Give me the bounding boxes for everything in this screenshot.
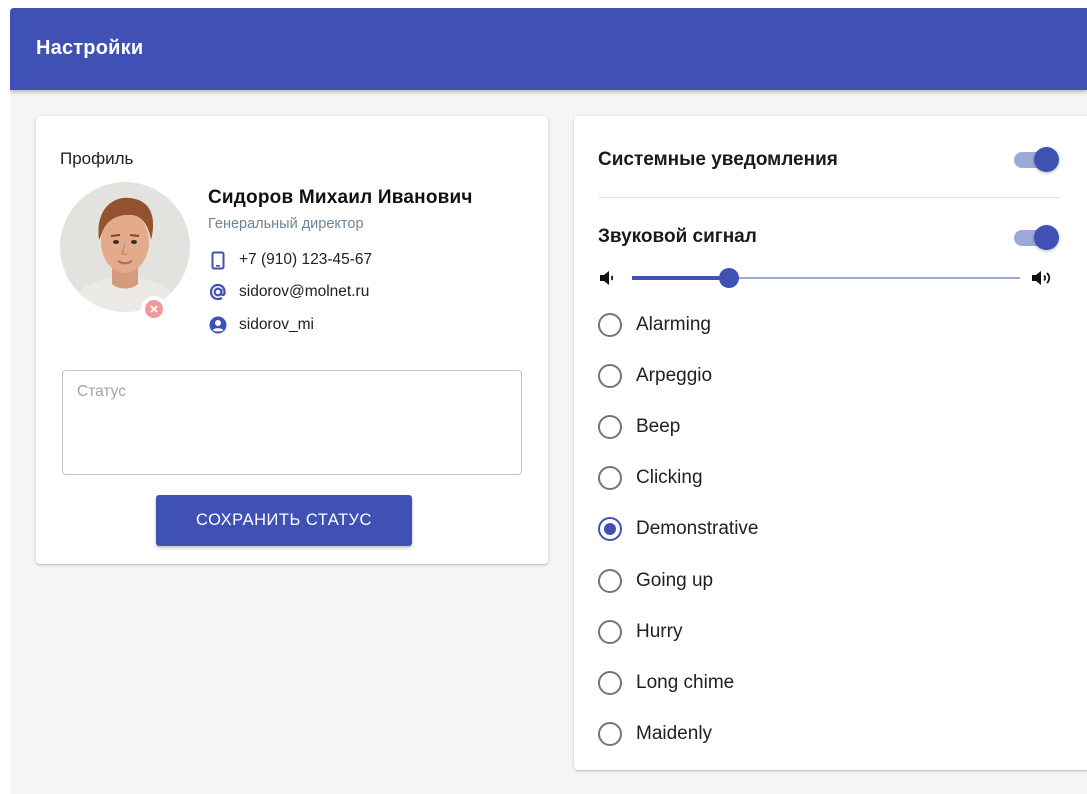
slider-thumb[interactable] [719, 268, 739, 288]
sound-option[interactable]: Arpeggio [598, 350, 1058, 401]
user-login: sidorov_mi [239, 316, 314, 333]
remove-photo-button[interactable] [141, 296, 167, 322]
status-input[interactable] [63, 371, 521, 474]
save-status-button[interactable]: СОХРАНИТЬ СТАТУС [156, 495, 412, 546]
sound-option-label: Clicking [636, 467, 703, 489]
radio-button[interactable] [598, 414, 622, 439]
sound-option[interactable]: Beep [598, 401, 1058, 452]
sound-option-label: Maidenly [636, 723, 713, 745]
phone-row: +7 (910) 123-45-67 [208, 250, 372, 270]
sound-option-label: Going up [636, 569, 714, 591]
slider-fill [632, 276, 729, 280]
sound-options-list: Alarming Arpeggio Beep Clicking Demonstrativ… [598, 299, 1058, 760]
avatar[interactable] [60, 182, 190, 312]
smartphone-icon [208, 250, 228, 270]
volume-low-icon [598, 269, 616, 287]
sound-option[interactable]: Maidenly [598, 709, 1058, 760]
volume-slider[interactable] [632, 265, 1020, 291]
profile-card: Профиль Сидоров Михаил Иванович Генераль… [36, 116, 548, 564]
radio-button[interactable] [598, 312, 622, 337]
toggle-thumb [1034, 225, 1059, 250]
user-full-name: Сидоров Михаил Иванович [208, 187, 473, 208]
sound-option-label: Demonstrative [636, 518, 759, 540]
sound-option-label: Alarming [636, 313, 711, 335]
app-frame: Настройки Профиль Сидоров Михаил Иванови… [10, 8, 1087, 794]
login-row: sidorov_mi [208, 315, 314, 335]
email-address: sidorov@molnet.ru [239, 283, 370, 300]
sound-option-label: Arpeggio [636, 364, 713, 386]
volume-high-icon [1030, 269, 1060, 287]
app-bar: Настройки [10, 8, 1087, 90]
email-row: sidorov@molnet.ru [208, 282, 369, 302]
sound-option-label: Beep [636, 415, 681, 437]
at-sign-icon [208, 282, 228, 302]
settings-card: Системные уведомления Звуковой сигнал Al… [574, 116, 1087, 770]
radio-button[interactable] [598, 722, 622, 747]
sound-option[interactable]: Alarming [598, 299, 1058, 350]
close-icon [145, 300, 163, 318]
user-job-title: Генеральный директор [208, 216, 364, 232]
system-notifications-toggle[interactable] [1012, 145, 1060, 173]
page-title: Настройки [36, 37, 144, 59]
radio-button[interactable] [598, 466, 622, 491]
sound-option[interactable]: Long chime [598, 657, 1058, 708]
status-field[interactable] [62, 370, 522, 475]
system-notifications-label: Системные уведомления [598, 149, 838, 170]
radio-button[interactable] [598, 363, 622, 388]
sound-signal-label: Звуковой сигнал [598, 226, 757, 247]
radio-button[interactable] [598, 619, 622, 644]
account-circle-icon [208, 315, 228, 335]
radio-button[interactable] [598, 670, 622, 695]
sound-signal-toggle[interactable] [1012, 223, 1060, 251]
sound-option[interactable]: Demonstrative [598, 504, 1058, 555]
radio-button[interactable] [598, 568, 622, 593]
radio-button[interactable] [598, 517, 622, 542]
sound-option-label: Long chime [636, 671, 735, 693]
sound-option-label: Hurry [636, 620, 683, 642]
sound-option[interactable]: Hurry [598, 606, 1058, 657]
profile-heading: Профиль [60, 149, 134, 168]
phone-number: +7 (910) 123-45-67 [239, 251, 373, 268]
divider [598, 197, 1060, 198]
avatar-photo [60, 182, 190, 312]
sound-option[interactable]: Going up [598, 555, 1058, 606]
toggle-thumb [1034, 147, 1059, 172]
sound-option[interactable]: Clicking [598, 453, 1058, 504]
